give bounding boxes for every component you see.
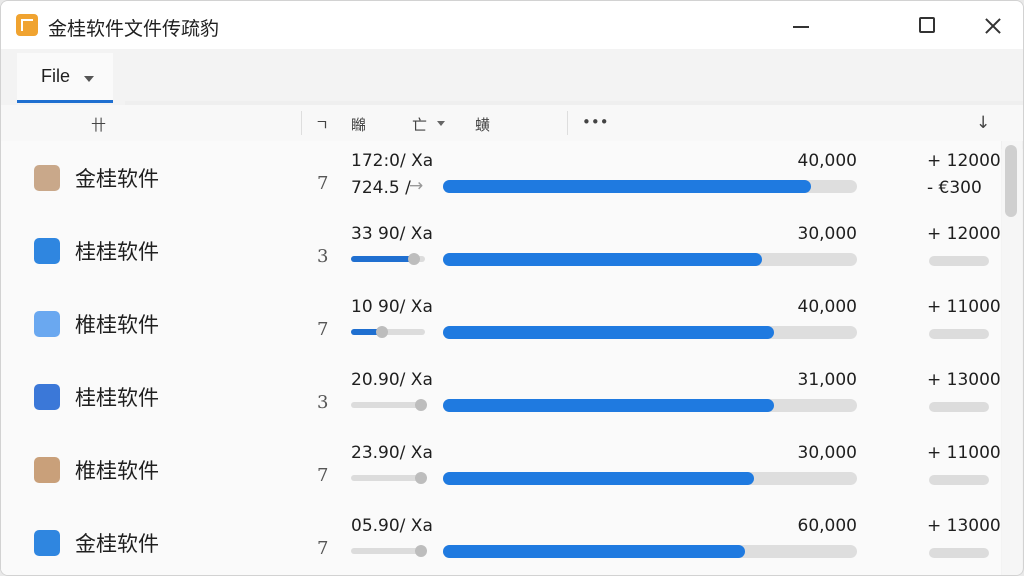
mini-progress-bar [351, 545, 427, 557]
chart-trend-icon [34, 311, 60, 337]
column-header-row: 卄 ㄱ 矊 亡 蟥 ••• ↓ [1, 105, 1023, 141]
row-number: 7 [317, 465, 329, 486]
row-value: 31,000 [797, 370, 857, 390]
row-delta: + 13000 [927, 516, 1001, 536]
window-title: 金桂软件文件传疏豹 [48, 18, 220, 40]
row-delta: + 11000 [927, 443, 1001, 463]
row-number: 3 [317, 246, 329, 267]
row-delta: + 12000 [927, 224, 1001, 244]
progress-fill [443, 326, 774, 339]
vertical-scrollbar[interactable] [1002, 141, 1022, 575]
menu-bar [1, 49, 1023, 149]
row-delta-secondary: - €300 [927, 178, 982, 198]
row-value: 30,000 [797, 443, 857, 463]
chevron-down-icon[interactable] [437, 121, 445, 126]
column-header-1[interactable]: 卄 [91, 114, 106, 135]
mini-progress-knob[interactable] [415, 399, 427, 411]
table-row[interactable]: 椎桂软件 7 23.90/ Xa 30,000 + 11000 [1, 433, 1001, 507]
progress-bar [443, 180, 857, 193]
column-header-2[interactable]: ㄱ [315, 114, 329, 135]
network-nodes-icon [34, 384, 60, 410]
column-divider[interactable] [301, 111, 302, 135]
mini-progress-bar [351, 472, 427, 484]
title-bar: 金桂软件文件传疏豹 [1, 1, 1023, 49]
sort-arrow-icon[interactable]: ↓ [976, 113, 990, 133]
row-value: 60,000 [797, 516, 857, 536]
row-delta: + 11000 [927, 297, 1001, 317]
progress-bar [443, 253, 857, 266]
progress-bar [443, 326, 857, 339]
row-stat: 172:0/ Xa [351, 151, 434, 171]
delta-placeholder-bar [929, 475, 989, 485]
row-name: 桂桂软件 [75, 386, 159, 410]
progress-bar [443, 472, 857, 485]
table-row[interactable]: 金桂软件 7 172:0/ Xa 724.5 /→ 40,000 + 12000 - €3… [1, 141, 1001, 215]
verified-document-icon [34, 457, 60, 483]
mini-progress-knob[interactable] [415, 472, 427, 484]
progress-fill [443, 472, 754, 485]
row-name: 椎桂软件 [75, 313, 159, 337]
mini-progress-bar [351, 253, 425, 265]
row-value: 40,000 [797, 297, 857, 317]
row-delta: + 13000 [927, 370, 1001, 390]
table-row[interactable]: 椎桂软件 7 10 90/ Xa 40,000 + 11000 [1, 287, 1001, 361]
progress-fill [443, 399, 774, 412]
delta-placeholder-bar [929, 329, 989, 339]
mini-progress-bar [351, 326, 425, 338]
row-number: 7 [317, 538, 329, 559]
row-stat: 33 90/ Xa [351, 224, 433, 244]
mini-progress-fill [351, 256, 414, 262]
row-number: 7 [317, 319, 329, 340]
delta-placeholder-bar [929, 548, 989, 558]
scrollbar-thumb[interactable] [1005, 145, 1017, 217]
mini-progress-knob[interactable] [376, 326, 388, 338]
table-row[interactable]: 金桂软件 7 05.90/ Xa 60,000 + 13000 [1, 506, 1001, 575]
column-header-4[interactable]: 亡 [412, 114, 427, 135]
row-stat: 10 90/ Xa [351, 297, 433, 317]
mini-progress-knob[interactable] [415, 545, 427, 557]
close-icon[interactable] [978, 11, 1008, 41]
progress-bar [443, 545, 857, 558]
delta-placeholder-bar [929, 402, 989, 412]
row-stat: 23.90/ Xa [351, 443, 433, 463]
row-value: 30,000 [797, 224, 857, 244]
row-stat: 20.90/ Xa [351, 370, 433, 390]
column-header-5[interactable]: 蟥 [475, 114, 490, 135]
row-name: 金桂软件 [75, 532, 159, 556]
app-window: 金桂软件文件传疏豹 File 卄 ㄱ 矊 亡 蟥 ••• ↓ 金桂软件 7 172:… [0, 0, 1024, 576]
row-name: 桂桂软件 [75, 240, 159, 264]
document-chart-icon [34, 530, 60, 556]
delta-placeholder-bar [929, 256, 989, 266]
chevron-down-icon [84, 76, 94, 82]
progress-bar [443, 399, 857, 412]
maximize-icon[interactable] [912, 11, 942, 41]
column-divider[interactable] [567, 111, 568, 135]
minimize-icon[interactable] [787, 11, 817, 41]
progress-fill [443, 180, 811, 193]
user-avatar-icon [34, 165, 60, 191]
row-name: 金桂软件 [75, 167, 159, 191]
row-number: 7 [317, 173, 329, 194]
mini-progress-bar [351, 399, 427, 411]
file-list: 金桂软件 7 172:0/ Xa 724.5 /→ 40,000 + 12000 - €3… [1, 141, 1001, 575]
row-value: 40,000 [797, 151, 857, 171]
row-name: 椎桂软件 [75, 459, 159, 483]
row-delta: + 12000 [927, 151, 1001, 171]
file-menu-button[interactable]: File [17, 53, 113, 103]
row-stat-secondary: 724.5 / [351, 178, 411, 198]
row-stat: 05.90/ Xa [351, 516, 433, 536]
column-header-3[interactable]: 矊 [351, 114, 366, 135]
row-number: 3 [317, 392, 329, 413]
document-list-icon [34, 238, 60, 264]
progress-fill [443, 253, 762, 266]
table-row[interactable]: 桂桂软件 3 20.90/ Xa 31,000 + 13000 [1, 360, 1001, 434]
more-options-icon[interactable]: ••• [582, 113, 609, 131]
progress-fill [443, 545, 745, 558]
app-logo-icon [16, 14, 38, 36]
mini-progress-knob[interactable] [408, 253, 420, 265]
arrow-right-icon: → [409, 176, 424, 196]
table-row[interactable]: 桂桂软件 3 33 90/ Xa 30,000 + 12000 [1, 214, 1001, 288]
file-menu-label: File [41, 66, 71, 86]
